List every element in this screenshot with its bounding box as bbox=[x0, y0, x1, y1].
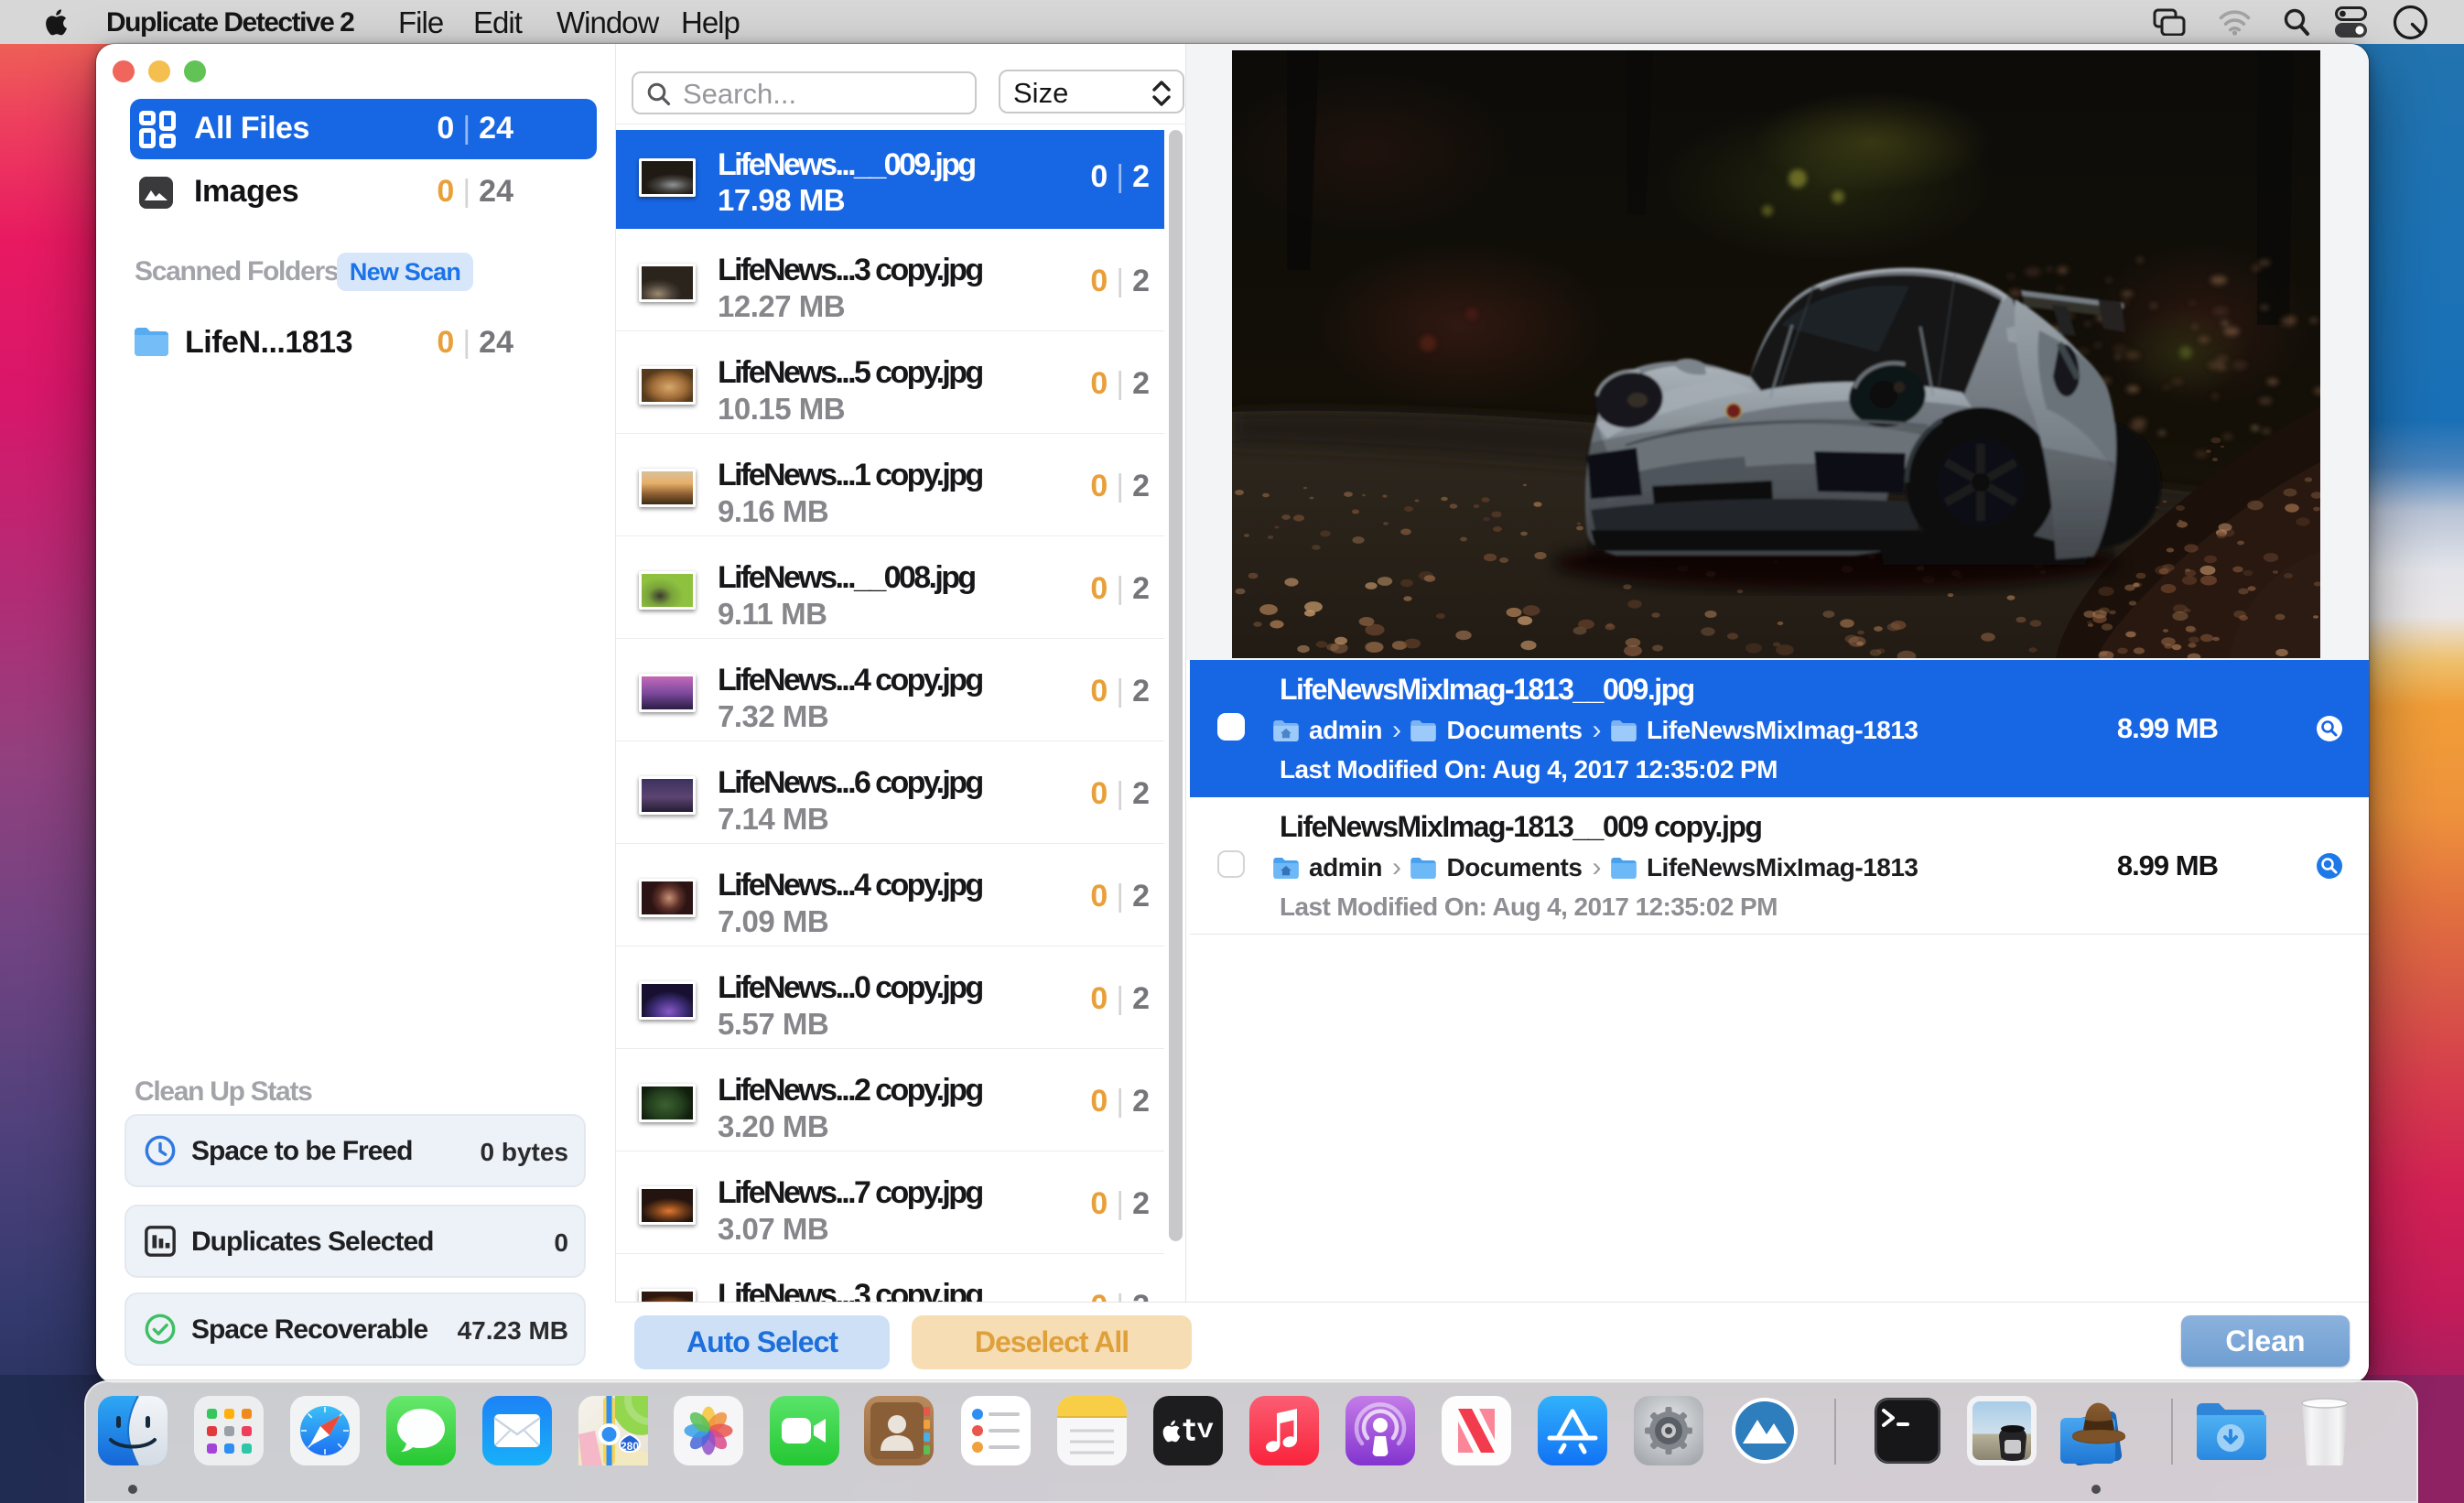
svg-text:280: 280 bbox=[621, 1440, 639, 1453]
